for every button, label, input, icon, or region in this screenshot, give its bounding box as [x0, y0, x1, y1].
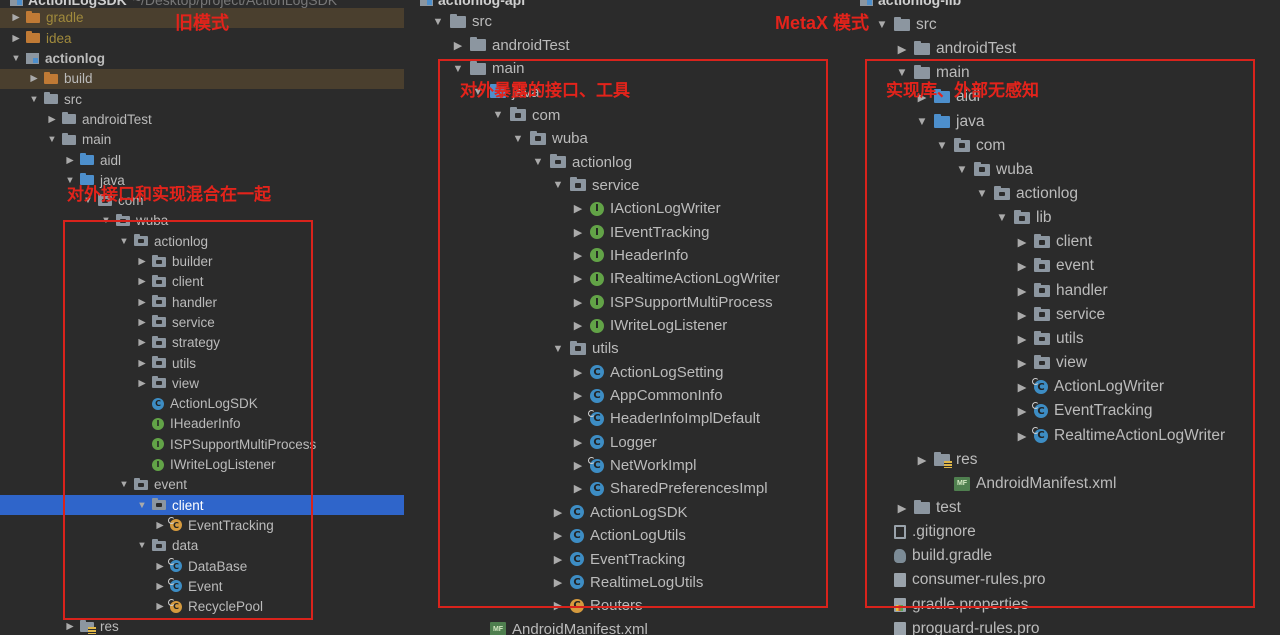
tree-item-label: androidTest: [492, 36, 570, 54]
highlight-box: [63, 220, 313, 620]
expand-arrow-icon[interactable]: ▶: [10, 12, 22, 23]
tree-item-label: build: [64, 71, 93, 87]
collapse-arrow-icon[interactable]: ▼: [432, 16, 444, 28]
collapse-arrow-icon[interactable]: ▼: [876, 19, 888, 31]
project-tree-api-module: actionlog-api ▼ src ▶ androidTest ▼ main ▼ java…: [410, 0, 850, 635]
annotation-metax-mode: MetaX 模式: [775, 13, 870, 33]
tree-item-src[interactable]: ▼ src: [0, 89, 404, 109]
tree-item-label: androidTest: [936, 40, 1017, 58]
folder-icon: [44, 92, 58, 105]
tree-item-aidl[interactable]: ▶ aidl: [0, 150, 404, 170]
tree-item-label: idea: [46, 30, 72, 46]
annotation-mixed: 对外接口和实现混合在一起: [67, 185, 271, 204]
tree-item-androidtest[interactable]: ▶ androidTest: [848, 37, 1280, 61]
tree-item-label: src: [472, 13, 492, 31]
tree-item-main[interactable]: ▼ main: [0, 130, 404, 150]
expand-arrow-icon[interactable]: ▶: [452, 39, 464, 52]
folder-icon: [62, 132, 76, 145]
folder-icon: [894, 16, 910, 31]
tree-item-androidtest[interactable]: ▶ androidTest: [410, 34, 850, 57]
tree-item-label: proguard-rules.pro: [912, 619, 1040, 635]
text-file-icon: [894, 621, 906, 635]
tree-item-label: main: [82, 132, 112, 148]
tree-item-proguard-rules-pro[interactable]: proguard-rules.pro: [848, 617, 1280, 635]
tree-item-src[interactable]: ▼ src: [848, 13, 1280, 37]
tree-item-label: aidl: [100, 152, 122, 168]
module-icon: [26, 53, 39, 65]
tree-item-label: res: [100, 619, 119, 635]
collapse-arrow-icon[interactable]: ▼: [10, 53, 22, 64]
folder-icon: [26, 31, 40, 44]
tree-item-label: src: [64, 91, 82, 107]
folder-icon: [450, 13, 466, 28]
expand-arrow-icon[interactable]: ▶: [64, 155, 76, 166]
expand-arrow-icon[interactable]: ▶: [46, 114, 58, 125]
project-tree-lib-module: actionlog-lib ▼ src ▶ androidTest ▼ main ▶ aidl…: [848, 0, 1280, 635]
folder-icon: [914, 41, 930, 56]
resource-folder-icon: [80, 619, 96, 634]
highlight-box: [438, 59, 828, 608]
tree-item-androidtest[interactable]: ▶ androidTest: [0, 109, 404, 129]
collapse-arrow-icon[interactable]: ▼: [46, 134, 58, 145]
highlight-box: [865, 59, 1255, 608]
expand-arrow-icon[interactable]: ▶: [896, 42, 908, 56]
tree-item-label: gradle: [46, 10, 84, 26]
tree-item-label: actionlog: [45, 51, 105, 67]
tree-item-label: androidTest: [82, 111, 152, 127]
tree-item-label: src: [916, 15, 937, 33]
folder-icon: [470, 37, 486, 52]
expand-arrow-icon[interactable]: ▶: [28, 73, 40, 84]
manifest-file-icon: MF: [490, 622, 506, 635]
tree-item-build[interactable]: ▶ build: [0, 68, 404, 90]
folder-icon: [80, 153, 94, 166]
folder-icon: [44, 71, 58, 84]
tree-item-androidmanifest-xml[interactable]: MF AndroidManifest.xml: [410, 617, 850, 635]
expand-arrow-icon[interactable]: ▶: [64, 621, 76, 632]
collapse-arrow-icon[interactable]: ▼: [28, 94, 40, 105]
folder-icon: [26, 10, 40, 23]
annotation-old-mode: 旧模式: [175, 13, 229, 33]
tree-item-actionlog[interactable]: ▼ actionlog: [0, 48, 404, 68]
folder-icon: [62, 112, 76, 125]
expand-arrow-icon[interactable]: ▶: [10, 33, 22, 44]
tree-item-label: AndroidManifest.xml: [512, 620, 648, 635]
project-tree-old-mode: ActionLogSDK ~/Desktop/project/ActionLog…: [0, 0, 404, 635]
